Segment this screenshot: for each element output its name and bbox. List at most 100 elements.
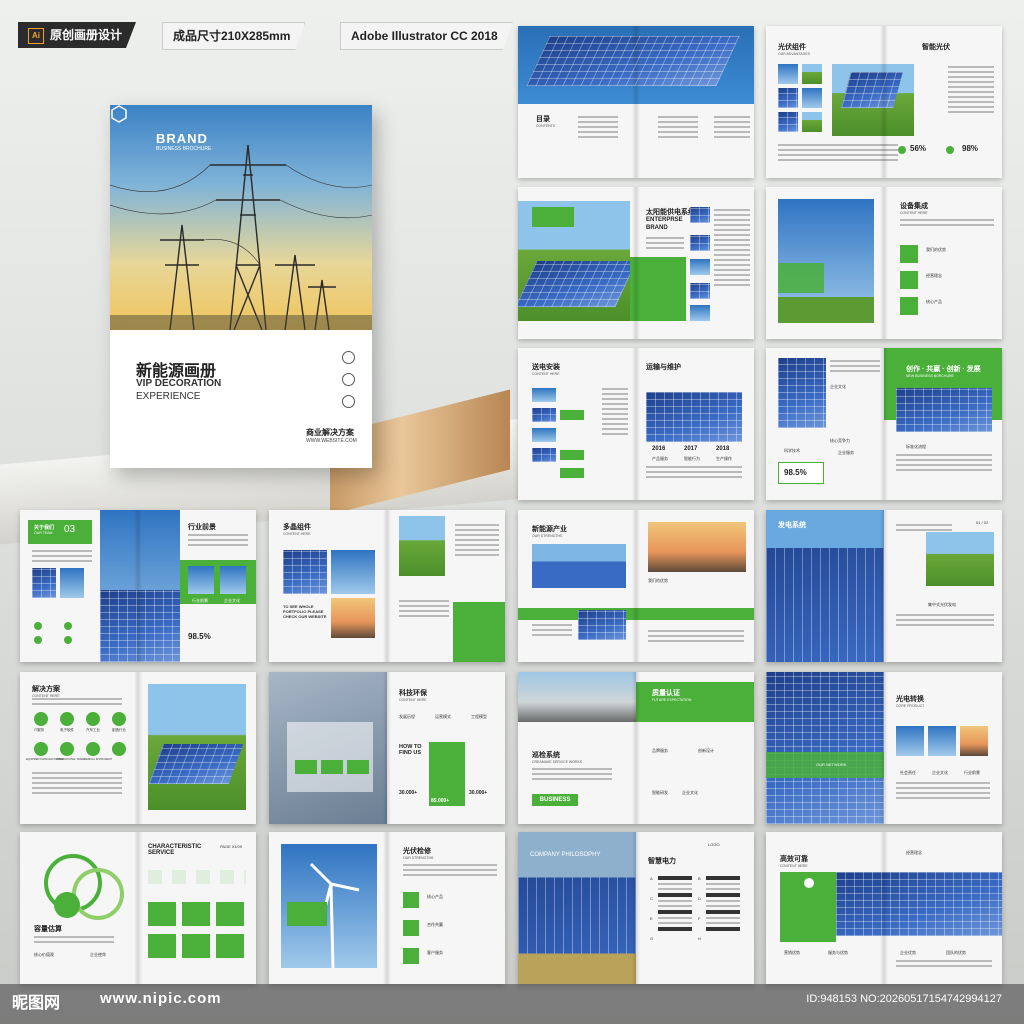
letter-e: E (650, 916, 653, 921)
spread13-sub1: FUTURE EXPECTATION (652, 698, 692, 702)
thumb-photo (690, 235, 710, 251)
spread14-title: 光电转换 CORE PRODUCT (896, 694, 924, 708)
spread18-item5: 团队的优势 (946, 950, 966, 955)
tag-software-label: Adobe Illustrator CC 2018 (351, 29, 498, 43)
tag-original-label: 原创画册设计 (50, 28, 123, 42)
spread13-item2: 创新设计 (698, 748, 714, 753)
wind-solar-photo (148, 684, 246, 810)
spread-capacity: 容量估算 核心价值观 企业使命 CHARACTERISTIC SERVICE P… (20, 832, 256, 984)
solar-array (526, 36, 740, 86)
spread8-title-text: 多晶组件 (283, 524, 311, 531)
letter-d: D (698, 896, 701, 901)
watermark-id: ID:948153 NO:20260517154742994127 (806, 993, 1002, 1005)
label-box (560, 450, 584, 460)
spread5-sub1: CONTENT HERE (532, 372, 560, 376)
spread-generation: 发电系统 01 / 02 集中式光伏发电 (766, 510, 1002, 662)
thumb-photo (928, 726, 956, 756)
spread11-icon7: MEDICAL INSTRUMENT (84, 758, 113, 761)
spread8-sub: CONTENT HERE (283, 532, 311, 536)
letter-a: A (650, 876, 653, 881)
card (216, 934, 244, 958)
car-icon (86, 712, 100, 726)
cover-subtitle-1: VIP DECORATION (136, 378, 222, 389)
card (148, 934, 176, 958)
spread11-lines (32, 698, 122, 708)
spread15-title: 容量估算 (34, 926, 62, 933)
solar-roof-photo (532, 544, 626, 588)
thumb-photo (283, 550, 327, 594)
solar-field-photo (832, 64, 914, 136)
spread2-lines-bottom (778, 144, 898, 164)
spread16-sub: OUR STRENGTHS (403, 856, 434, 860)
spread13-title1-text: 质量认证 (652, 690, 680, 697)
thumb-photo (778, 88, 798, 108)
spread7-num: 03 (64, 524, 76, 535)
solar-sky-photo (766, 510, 884, 662)
spread-certification: 质量认证 FUTURE EXPECTATION 巡检系统 CREAMAKE SERV… (518, 672, 754, 824)
letter-b: B (698, 876, 701, 881)
spread16-item3: 客户服务 (427, 950, 443, 955)
stat-icon (898, 146, 906, 154)
icon-box (403, 948, 419, 964)
spread12-stat2: 85.000+ (431, 798, 450, 804)
spread9-title-text: 新能源产业 (532, 526, 567, 533)
spread3-title: 太阳能供电系统 (646, 207, 695, 217)
spread2-title1-text: 光伏组件 (778, 44, 806, 51)
spread-maintenance: 光伏检修 OUR STRENGTHS 核心产品 合作共赢 客户服务 (269, 832, 505, 984)
wind-turbine-photo (778, 199, 874, 323)
stat-box (321, 760, 343, 774)
year-2016: 2016 (652, 446, 666, 452)
thumb-photo (802, 112, 822, 132)
green-block (453, 602, 505, 662)
thumb-photo (60, 568, 84, 598)
spread-polycrystalline: 多晶组件 CONTENT HERE TO SEE WHOLE PORTFOLIO … (269, 510, 505, 662)
icon-box (403, 920, 419, 936)
spread14-net: OUR NETWORK (816, 762, 847, 767)
thumb-photo (690, 259, 710, 275)
cover-website: WWW.WEBSITE.COM (306, 438, 357, 444)
spread9-title: 新能源产业 OUR STRENGTHS (532, 524, 567, 538)
year-label-1: 产品服务 (652, 456, 668, 461)
label-box (287, 902, 327, 926)
spread4-item1: 我们的优势 (926, 247, 946, 252)
spread13-title2-text: 巡检系统 (532, 752, 560, 759)
spread18-item3: 服务与优势 (828, 950, 848, 955)
green-block (630, 257, 686, 321)
spread12-stat1: 30.000+ (399, 790, 418, 796)
spread-installation: 送电安装 CONTENT HERE 运输与维护 2016 2017 2018 产品… (518, 348, 754, 500)
spread7-sub: OUR TEAM (34, 531, 53, 535)
spread9-lines (532, 624, 572, 639)
thumb-photo (532, 428, 556, 442)
more-icon (112, 742, 126, 756)
stat-box (347, 760, 369, 774)
spread6-item4: 科学技术 (784, 448, 800, 453)
ai-icon: Ai (28, 28, 44, 44)
watermark-url[interactable]: www.nipic.com (100, 990, 222, 1007)
brand-hexagon-icon (111, 105, 127, 123)
card (216, 902, 244, 926)
spread11-icon2: 电子软件 (60, 728, 74, 732)
thumb-photo (778, 64, 798, 84)
spread6-slogan-en: NEW BUSINESS BORCHURE (906, 374, 954, 378)
it-icon (34, 712, 48, 726)
ring-center (54, 892, 80, 918)
tag-size-label: 成品尺寸210X285mm (173, 29, 291, 43)
icon-box (900, 271, 918, 289)
power-tower-illustration (110, 144, 372, 330)
spread5-title1-text: 送电安装 (532, 364, 560, 371)
spread6-item2: 核心竞争力 (830, 438, 850, 443)
spread16-item2: 合作共赢 (427, 922, 443, 927)
card (182, 902, 210, 926)
spread11-icon6: INTERNATIONAL TRADE (56, 758, 85, 761)
spread11-icon3: 汽车工业 (86, 728, 100, 732)
spread17-lines-a (658, 876, 692, 934)
spread1-title: 目录 CONTENTS (536, 114, 555, 128)
trade-icon (60, 742, 74, 756)
spread3-lines-right (714, 209, 750, 289)
spread15-item1: 核心价值观 (34, 952, 54, 957)
spread16-title-text: 光伏检修 (403, 848, 431, 855)
label-box (778, 263, 824, 293)
solar-photo (896, 388, 992, 432)
spread6-lines (830, 360, 880, 375)
spread8-lines (455, 524, 499, 559)
